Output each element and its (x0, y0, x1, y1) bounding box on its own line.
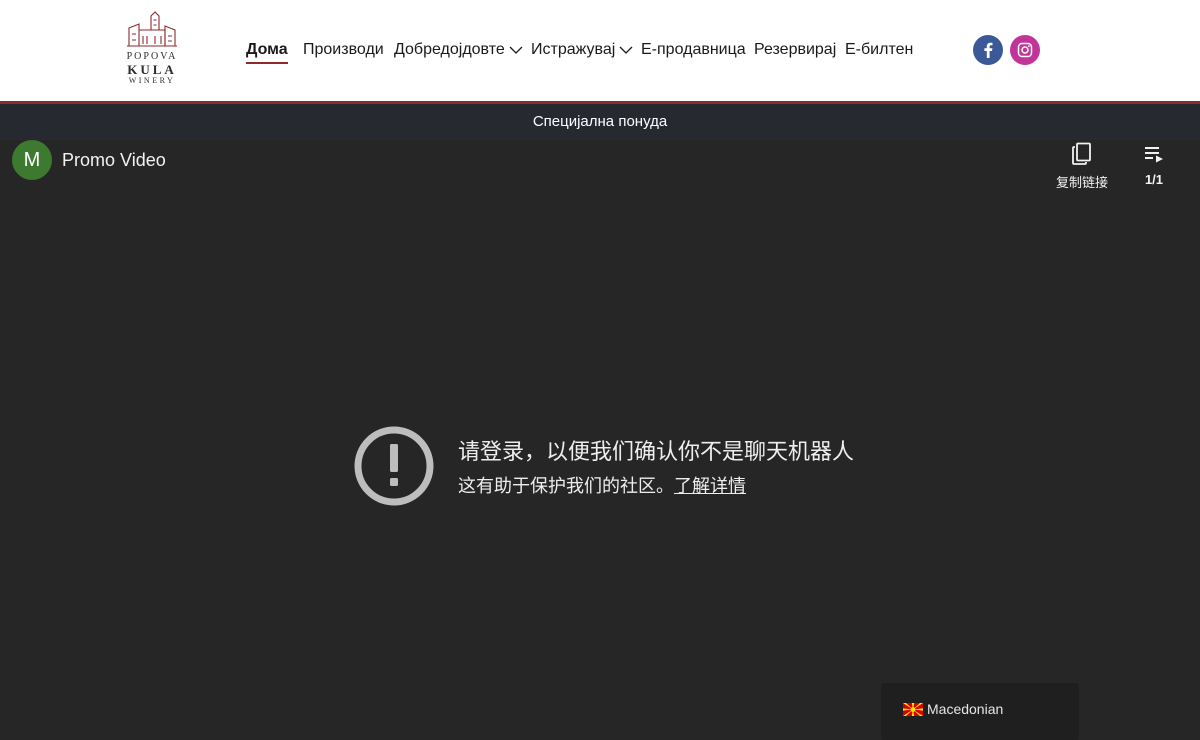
special-offer-text: Специјална понуда (532, 113, 668, 130)
nav-item-explore-label: Истражувај (531, 41, 616, 58)
exclamation-circle-icon (354, 426, 434, 506)
site-header: POPOVA KULA WINERY Дома Производи Добред… (0, 0, 1200, 101)
copy-icon (1072, 142, 1091, 165)
playlist-button[interactable]: 1/1 (1132, 142, 1176, 187)
instagram-button[interactable] (1010, 35, 1040, 65)
popova-kula-logo[interactable]: POPOVA KULA WINERY (118, 10, 186, 92)
winery-tower-icon (127, 11, 177, 47)
nav-item-products[interactable]: Производи (303, 40, 384, 64)
playlist-icon (1145, 147, 1163, 163)
nav-item-reserve[interactable]: Резервирај (754, 40, 836, 64)
channel-avatar[interactable]: M (12, 140, 52, 180)
nav-item-eshop[interactable]: Е-продавница (641, 40, 746, 64)
nav-item-welcome-label: Добредојдовте (394, 41, 505, 58)
video-title[interactable]: Promo Video (62, 150, 166, 171)
nav-item-welcome[interactable]: Добредојдовте (394, 40, 523, 64)
learn-more-link[interactable]: 了解详情 (674, 476, 746, 496)
instagram-icon (1017, 42, 1033, 58)
copy-link-button[interactable]: 复制链接 (1046, 142, 1118, 191)
error-message-text: 这有助于保护我们的社区。 (458, 476, 674, 496)
logo-text-popova: POPOVA (126, 51, 178, 62)
chevron-down-icon (509, 46, 523, 54)
language-switcher[interactable]: Macedonian (881, 683, 1079, 740)
nav-item-explore[interactable]: Истражувај (531, 40, 633, 64)
logo-text-winery: WINERY (128, 76, 176, 85)
nav-item-home[interactable]: Дома (246, 40, 288, 64)
macedonia-flag-icon (903, 703, 923, 716)
sign-in-error-title: 请登录，以便我们确认你不是聊天机器人 (458, 439, 855, 464)
logo-text-kula: KULA (127, 62, 177, 77)
copy-link-label: 复制链接 (1055, 175, 1108, 190)
nav-item-newsletter[interactable]: Е-билтен (845, 40, 913, 64)
special-offer-bar[interactable]: Специјална понуда (0, 104, 1200, 140)
facebook-icon (984, 42, 993, 58)
playlist-count: 1/1 (1144, 172, 1164, 187)
sign-in-error-message: 这有助于保护我们的社区。了解详情 (458, 472, 746, 498)
video-player[interactable]: M Promo Video 复制链接 1/1 请登录，以便我们确认你不是聊天机器… (0, 140, 1200, 740)
language-label: Macedonian (927, 701, 1004, 717)
chevron-down-icon (619, 46, 633, 54)
facebook-button[interactable] (973, 35, 1003, 65)
